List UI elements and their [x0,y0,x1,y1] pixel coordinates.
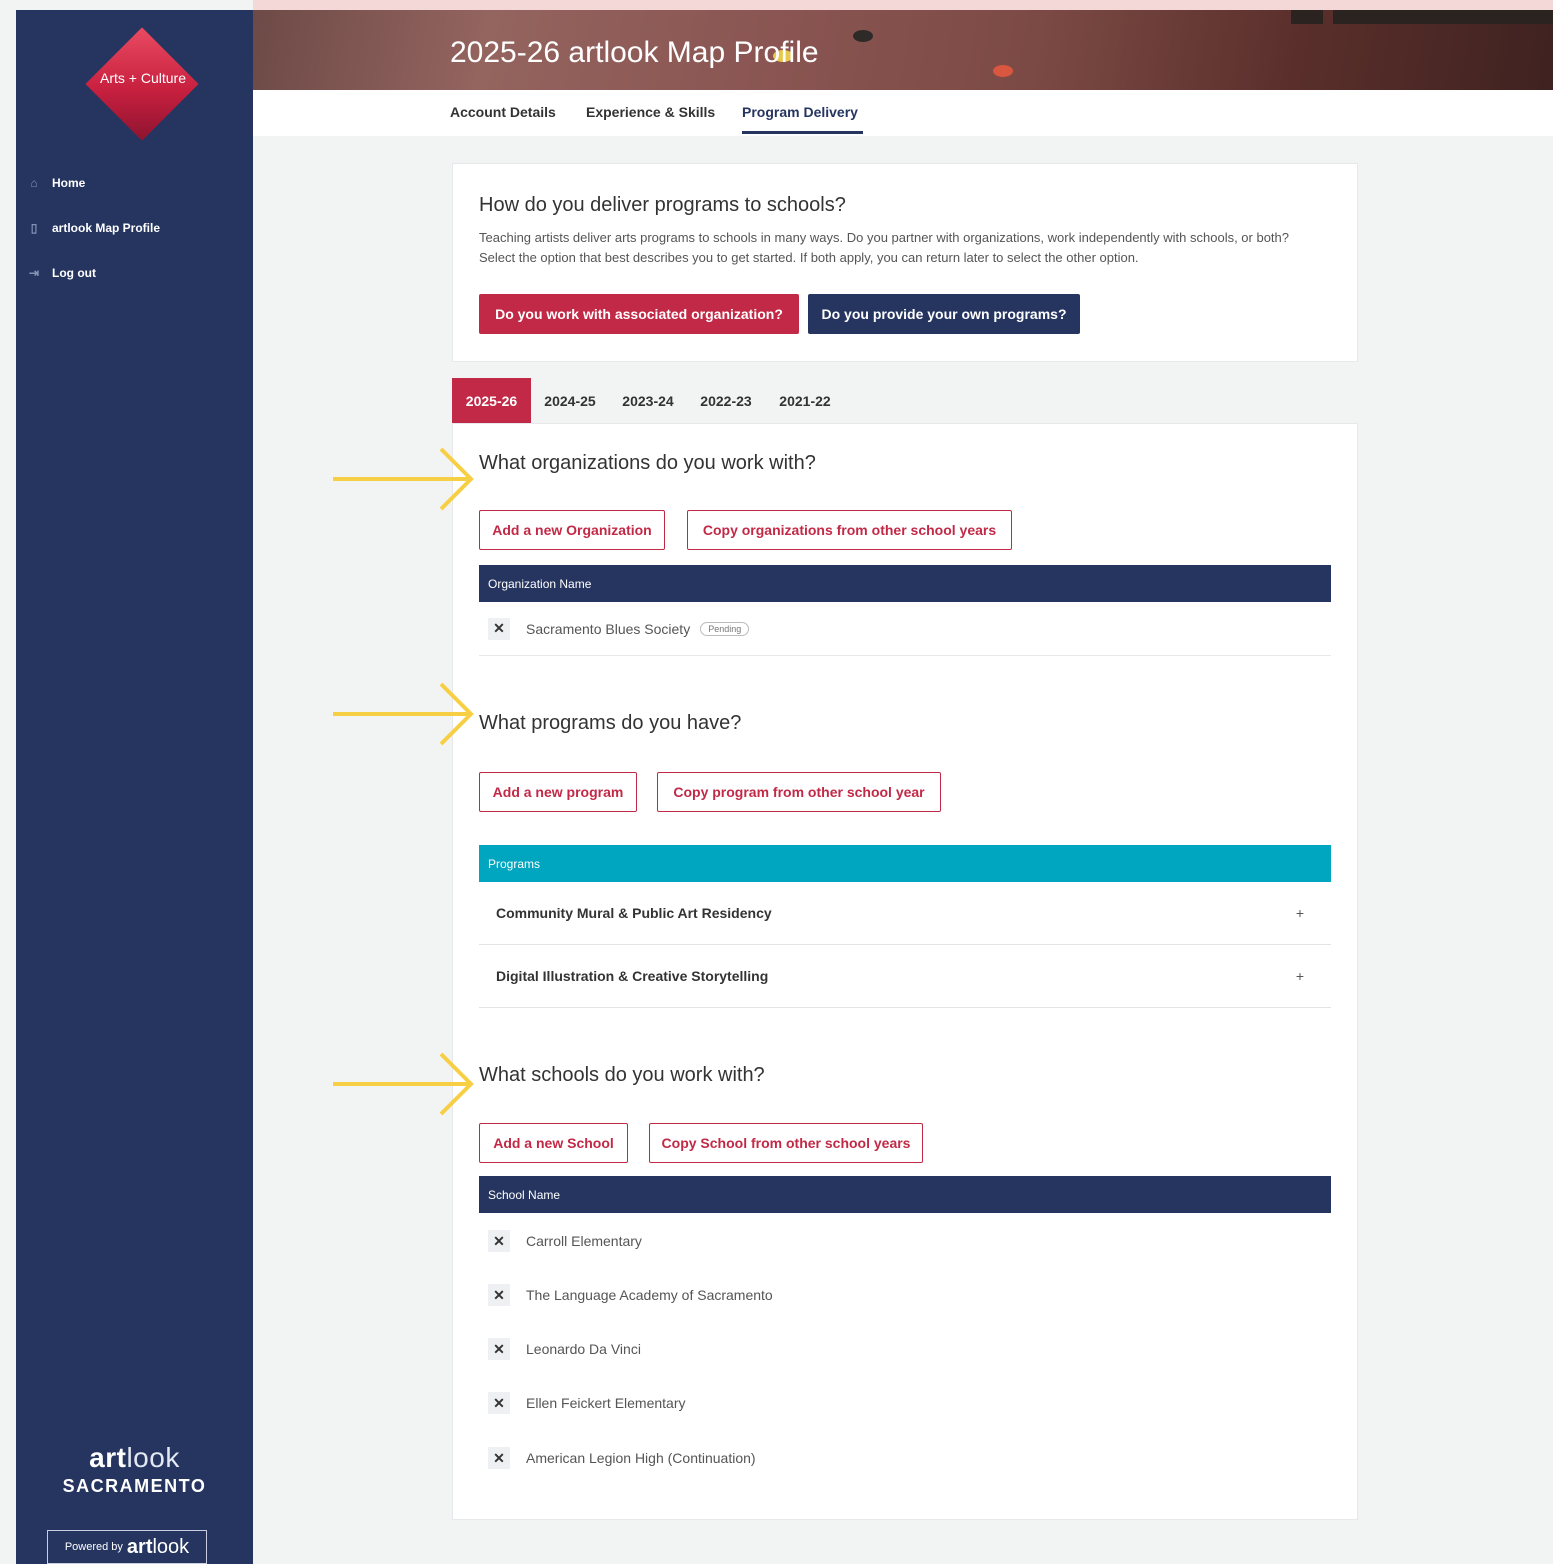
tab-program-delivery[interactable]: Program Delivery [742,104,858,120]
add-organization-button[interactable]: Add a new Organization [479,510,665,550]
map-icon: ▯ [30,220,38,235]
school-name: American Legion High (Continuation) [526,1450,756,1466]
organization-table-header: Organization Name [479,565,1331,602]
logout-icon: ⇥ [28,265,40,280]
school-table-header: School Name [479,1176,1331,1213]
artlook-sacramento-brand: artlook SACRAMENTO [16,1442,253,1497]
expand-icon[interactable]: + [1296,968,1304,984]
paint-splash [853,30,873,42]
sidebar-item-logout[interactable]: ⇥ Log out [26,250,160,295]
sidebar-item-label: Home [52,175,86,190]
notification-icon[interactable] [1291,10,1323,24]
powered-by-badge[interactable]: Powered by art look [47,1530,207,1564]
arts-culture-logo[interactable]: Arts + Culture [85,27,199,141]
delivery-method-card: How do you deliver programs to schools? … [452,163,1358,362]
organizations-heading: What organizations do you work with? [479,452,816,474]
programs-heading: What programs do you have? [479,712,742,734]
remove-icon[interactable]: ✕ [488,1392,510,1414]
table-row: ✕ Ellen Feickert Elementary [479,1376,1331,1430]
program-name: Community Mural & Public Art Residency [496,905,772,921]
associated-organization-button[interactable]: Do you work with associated organization… [479,294,799,334]
tab-account-details[interactable]: Account Details [450,104,556,120]
header-banner: 2025-26 artlook Map Profile [253,10,1553,90]
sidebar-item-home[interactable]: ⌂ Home [26,160,160,205]
user-menu[interactable] [1333,10,1553,24]
page-title: 2025-26 artlook Map Profile [450,36,819,69]
paint-splash [993,65,1013,77]
school-name: Ellen Feickert Elementary [526,1395,686,1411]
sidebar-item-map-profile[interactable]: ▯ artlook Map Profile [26,205,160,250]
remove-icon[interactable]: ✕ [488,1447,510,1469]
year-tab-2025-26[interactable]: 2025-26 [452,378,531,424]
brand-name: artlook [89,1442,180,1473]
year-tab-2022-23[interactable]: 2022-23 [692,378,760,424]
year-tab-2024-25[interactable]: 2024-25 [536,378,604,424]
table-row: ✕ Carroll Elementary [479,1214,1331,1268]
status-badge: Pending [700,621,750,636]
schools-heading: What schools do you work with? [479,1064,765,1086]
delivery-description: Teaching artists deliver arts programs t… [479,230,1290,265]
table-row: ✕ American Legion High (Continuation) [479,1431,1331,1485]
program-accordion-item[interactable]: Community Mural & Public Art Residency + [479,882,1331,945]
annotation-arrow-icon [333,447,474,511]
table-row: ✕ Leonardo Da Vinci [479,1322,1331,1376]
remove-icon[interactable]: ✕ [488,1284,510,1306]
year-tab-2021-22[interactable]: 2021-22 [771,378,839,424]
remove-icon[interactable]: ✕ [488,1338,510,1360]
school-name: Leonardo Da Vinci [526,1341,641,1357]
delivery-heading: How do you deliver programs to schools? [479,194,846,216]
table-row: ✕ Sacramento Blues Society Pending [479,602,1331,656]
copy-program-button[interactable]: Copy program from other school year [657,772,941,812]
add-program-button[interactable]: Add a new program [479,772,637,812]
program-delivery-card: What organizations do you work with? Add… [452,423,1358,1520]
program-accordion-item[interactable]: Digital Illustration & Creative Storytel… [479,945,1331,1008]
sidebar-nav: ⌂ Home ▯ artlook Map Profile ⇥ Log out [26,160,160,295]
table-row: ✕ The Language Academy of Sacramento [479,1268,1331,1322]
school-name: The Language Academy of Sacramento [526,1287,773,1303]
copy-school-button[interactable]: Copy School from other school years [649,1123,923,1163]
annotation-arrow-icon [333,1052,474,1116]
annotation-arrow-icon [333,682,474,746]
organization-name: Sacramento Blues Society [526,620,691,637]
sidebar-item-label: artlook Map Profile [52,220,161,235]
expand-icon[interactable]: + [1296,905,1304,921]
brand-city: SACRAMENTO [62,1476,207,1496]
profile-tabs: Account Details Experience & Skills Prog… [253,90,1553,136]
program-name: Digital Illustration & Creative Storytel… [496,968,769,984]
sidebar: Arts + Culture ⌂ Home ▯ artlook Map Prof… [16,10,253,1564]
school-name: Carroll Elementary [526,1233,642,1249]
remove-icon[interactable]: ✕ [488,617,510,640]
copy-organizations-button[interactable]: Copy organizations from other school yea… [687,510,1012,550]
tab-experience-skills[interactable]: Experience & Skills [586,104,715,120]
sidebar-item-label: Log out [52,265,96,280]
remove-icon[interactable]: ✕ [488,1230,510,1252]
own-programs-button[interactable]: Do you provide your own programs? [808,294,1080,334]
logo-text: Arts + Culture [100,70,186,86]
admin-notice-bar [253,0,1553,10]
year-tab-2023-24[interactable]: 2023-24 [614,378,682,424]
programs-table-header: Programs [479,845,1331,882]
home-icon: ⌂ [30,175,38,190]
add-school-button[interactable]: Add a new School [479,1123,628,1163]
active-tab-indicator [742,131,863,134]
